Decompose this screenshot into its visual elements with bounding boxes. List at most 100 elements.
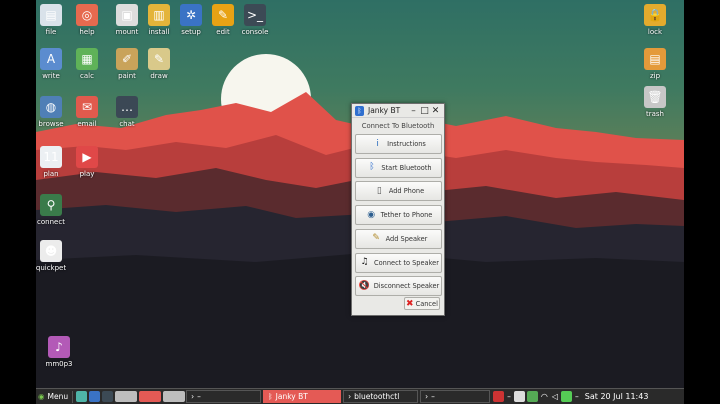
- desktop-icon-chat[interactable]: … chat: [109, 96, 145, 129]
- button-label: Connect to Speaker: [374, 258, 439, 267]
- desktop-icon-mount[interactable]: ▣ mount: [109, 4, 145, 37]
- bluetooth-icon: ᛒ: [369, 162, 375, 173]
- taskbar-window-janky-bt[interactable]: ᛒ Janky BT: [263, 390, 342, 403]
- gear-icon: ✲: [180, 4, 202, 26]
- calendar-icon: 11: [40, 146, 62, 168]
- desktop-icon-label: connect: [37, 218, 65, 226]
- desktop-icon-quickpet[interactable]: ☻ quickpet: [36, 240, 69, 273]
- button-label: Instructions: [387, 140, 426, 148]
- button-label: Tether to Phone: [380, 211, 433, 220]
- write-icon: A: [40, 48, 62, 70]
- desktop-icon-label: email: [77, 120, 97, 128]
- desktop-icon-label: trash: [646, 110, 664, 118]
- archive-icon: ▤: [644, 48, 666, 70]
- desktop-icon-edit[interactable]: ✎ edit: [205, 4, 241, 37]
- window-label: Janky BT: [275, 392, 308, 401]
- mute-speaker-icon: 🔇: [358, 280, 370, 291]
- quicklaunch-files-icon[interactable]: [76, 391, 88, 402]
- desktop-icon-install[interactable]: ▥ install: [141, 4, 177, 37]
- lock-icon: 🔒: [644, 4, 666, 26]
- desktop-icon-connect[interactable]: ⚲ connect: [36, 194, 69, 227]
- clock[interactable]: Sat 20 Jul 11:43: [583, 390, 651, 403]
- window-label: –: [431, 392, 435, 401]
- desktop-icon-label: play: [79, 170, 95, 178]
- desktop-icon-file[interactable]: ▤ file: [36, 4, 69, 37]
- paint-icon: ✐: [116, 48, 138, 70]
- globe-icon: ◍: [40, 96, 62, 118]
- network-icon: ⚲: [40, 194, 62, 216]
- desktop-icon-label: mount: [115, 28, 139, 36]
- chat-icon: …: [116, 96, 138, 118]
- desktop-icon-label: install: [148, 28, 170, 36]
- battery-icon[interactable]: [561, 391, 573, 402]
- disconnect-speaker-button[interactable]: 🔇 Disconnect Speaker: [355, 276, 442, 297]
- minimize-button[interactable]: –: [408, 105, 419, 117]
- window-titlebar[interactable]: ᛒ Janky BT – □ ✕: [352, 104, 444, 118]
- trash-icon: 🗑: [644, 86, 666, 108]
- desktop-icon-plan[interactable]: 11 plan: [36, 146, 69, 179]
- window-label: –: [575, 392, 579, 401]
- connect-to-speaker-button[interactable]: ♫ Connect to Speaker: [355, 252, 442, 273]
- button-label: Add Phone: [388, 187, 425, 196]
- clipboard-icon[interactable]: [513, 391, 525, 402]
- taskbar-window-empty-1[interactable]: › –: [186, 390, 262, 403]
- add-speaker-button[interactable]: ✎ Add Speaker: [355, 228, 442, 249]
- drive-icon: ▣: [116, 4, 138, 26]
- desktop-icon-label: browse: [38, 120, 64, 128]
- quicklaunch-terminal-icon[interactable]: [102, 391, 114, 402]
- lifebuoy-icon: ◎: [76, 4, 98, 26]
- button-label: Disconnect Speaker: [373, 282, 440, 291]
- desktop-icon-trash[interactable]: 🗑 trash: [637, 86, 673, 119]
- tether-to-phone-button[interactable]: ◉ Tether to Phone: [355, 205, 442, 226]
- desktop-icon-setup[interactable]: ✲ setup: [173, 4, 209, 37]
- desktop-icon-label: quickpet: [36, 264, 67, 272]
- window-label: –: [197, 392, 201, 401]
- record-icon[interactable]: [493, 391, 505, 402]
- taskbar-window-empty-3[interactable]: –: [505, 390, 513, 403]
- play-icon: ▶: [76, 146, 98, 168]
- menu-button[interactable]: ◉ Menu: [36, 390, 70, 403]
- desktop-icon-draw[interactable]: ✎ draw: [141, 48, 177, 81]
- menu-label: Menu: [47, 392, 69, 401]
- desktop-icon-mm0p3[interactable]: ♪ mm0p3: [41, 336, 77, 369]
- quicklaunch-browser-icon[interactable]: [89, 391, 101, 402]
- desktop-icon-zip[interactable]: ▤ zip: [637, 48, 673, 81]
- desktop-icon-calc[interactable]: ▦ calc: [69, 48, 105, 81]
- desktop-icon-label: draw: [150, 72, 168, 80]
- taskbar-window-empty-4[interactable]: –: [573, 390, 581, 403]
- email-icon: ✉: [76, 96, 98, 118]
- taskbar-window-bluetoothctl[interactable]: › bluetoothctl: [343, 390, 419, 403]
- taskbar: ◉ Menu › – ᛒ Janky BT › bluetoothctl › –…: [36, 388, 684, 404]
- shield-icon[interactable]: [526, 391, 538, 402]
- desktop-icon-label: zip: [649, 72, 661, 80]
- desktop-icon-email[interactable]: ✉ email: [69, 96, 105, 129]
- desktop-icon-label: plan: [43, 170, 59, 178]
- desktop-icon-console[interactable]: >_ console: [237, 4, 273, 37]
- desktop-icon-label: write: [42, 72, 60, 80]
- desktop-icon-browse[interactable]: ◍ browse: [36, 96, 69, 129]
- draw-icon: ✎: [148, 48, 170, 70]
- window-arrow-icon: ›: [425, 392, 429, 401]
- workspace-2[interactable]: [139, 391, 162, 402]
- add-phone-button[interactable]: ▯ Add Phone: [355, 181, 442, 202]
- volume-icon[interactable]: ◁: [550, 390, 560, 403]
- desktop-icon-lock[interactable]: 🔒 lock: [637, 4, 673, 37]
- taskbar-window-empty-2[interactable]: › –: [420, 390, 491, 403]
- wifi-icon[interactable]: ◠: [539, 390, 550, 403]
- desktop-icon-label: setup: [181, 28, 201, 36]
- desktop-icon-help[interactable]: ◎ help: [69, 4, 105, 37]
- start-bluetooth-button[interactable]: ᛒ Start Bluetooth: [355, 157, 442, 178]
- maximize-button[interactable]: □: [419, 105, 430, 117]
- cancel-button[interactable]: ✖ Cancel: [404, 297, 440, 310]
- instructions-button[interactable]: i Instructions: [355, 134, 442, 154]
- info-icon: i: [376, 138, 379, 149]
- desktop-icon-play[interactable]: ▶ play: [69, 146, 105, 179]
- workspace-1[interactable]: [115, 391, 138, 402]
- cancel-label: Cancel: [415, 299, 438, 308]
- desktop-icon-label: mm0p3: [45, 360, 73, 368]
- desktop-icon-paint[interactable]: ✐ paint: [109, 48, 145, 81]
- workspace-3[interactable]: [163, 391, 186, 402]
- cancel-icon: ✖: [406, 298, 414, 309]
- close-button[interactable]: ✕: [430, 105, 441, 117]
- desktop-icon-write[interactable]: Awrite: [36, 48, 69, 81]
